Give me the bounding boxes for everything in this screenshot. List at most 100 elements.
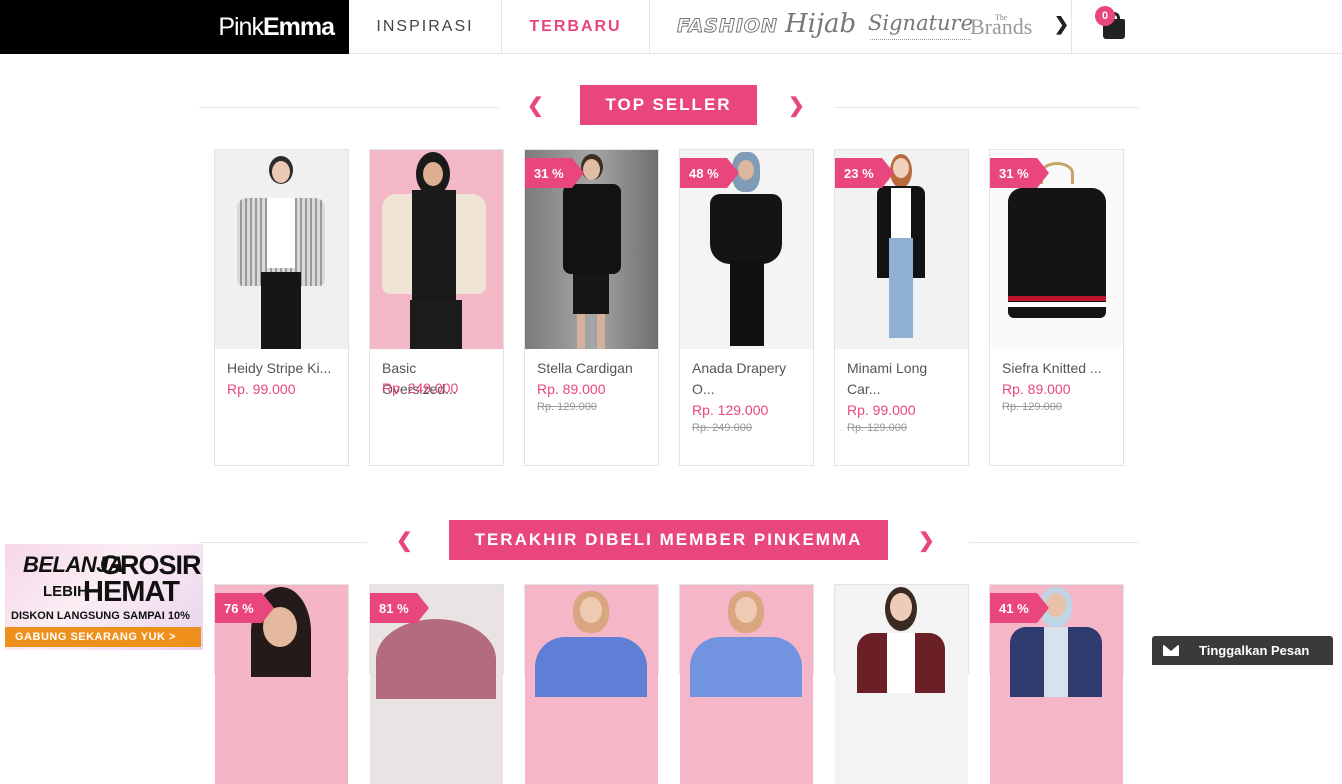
brand-the-brands[interactable]: Brands: [970, 14, 1032, 40]
black-skirt: [730, 260, 764, 346]
section-divider-left: [199, 107, 499, 108]
brand-fashion[interactable]: FASHION: [677, 15, 778, 38]
product-image[interactable]: 23 %: [835, 150, 968, 349]
jeans: [889, 238, 913, 338]
brand-strip: FASHION Hijab Signature The Brands ❯: [650, 0, 1072, 54]
discount-badge: 81 %: [370, 593, 429, 623]
product-old-price: Rp. 129.000: [1002, 401, 1062, 413]
product-card[interactable]: [834, 584, 969, 784]
drapery-top: [710, 194, 782, 264]
model-face: [893, 158, 909, 178]
product-image[interactable]: 81 %: [370, 585, 503, 784]
section-divider-right: [836, 107, 1139, 108]
envelope-icon: [1163, 645, 1179, 656]
discount-badge: 31 %: [990, 158, 1049, 188]
leg: [577, 314, 585, 349]
section-title-top-seller: TOP SELLER: [580, 85, 757, 125]
blue-top: [690, 637, 802, 697]
main-nav: INSPIRASI TERBARU: [349, 0, 650, 54]
discount-badge: 31 %: [525, 158, 584, 188]
logo-box[interactable]: PinkEmma: [0, 0, 349, 54]
leave-message-button[interactable]: Tinggalkan Pesan: [1152, 636, 1333, 665]
product-name[interactable]: Siefra Knitted ...: [1002, 358, 1114, 379]
promo-discount-text: DISKON LANGSUNG SAMPAI 10%: [11, 610, 190, 622]
black-skirt: [573, 274, 609, 314]
product-image[interactable]: [370, 150, 503, 349]
logo[interactable]: PinkEmma: [218, 13, 335, 42]
discount-badge: 41 %: [990, 593, 1049, 623]
logo-pink: Pink: [218, 13, 264, 41]
white-stripe: [1008, 302, 1106, 307]
product-name[interactable]: Anada Drapery O...: [692, 358, 804, 400]
nav-inspirasi[interactable]: INSPIRASI: [349, 0, 502, 54]
product-image[interactable]: 31 %: [525, 150, 658, 349]
cart-count-badge: 0: [1095, 6, 1115, 26]
product-image[interactable]: [680, 585, 813, 784]
chat-label: Tinggalkan Pesan: [1199, 643, 1310, 658]
product-card[interactable]: 76 %: [214, 584, 349, 784]
model-face: [423, 162, 443, 186]
product-card[interactable]: Basic Oversized... Rp. 249.000: [369, 149, 504, 466]
leg: [597, 314, 605, 349]
product-price: Rp. 249.000: [382, 380, 459, 396]
black-skirt: [261, 272, 301, 349]
discount-badge: 23 %: [835, 158, 894, 188]
model-face: [272, 161, 290, 183]
product-old-price: Rp. 129.000: [847, 422, 907, 434]
product-card[interactable]: Heidy Stripe Ki... Rp. 99.000: [214, 149, 349, 466]
product-image[interactable]: 31 %: [990, 150, 1123, 349]
promo-hemat: HEMAT: [83, 576, 180, 608]
product-card[interactable]: 48 % Anada Drapery O... Rp. 129.000 Rp. …: [679, 149, 814, 466]
chevron-left-icon[interactable]: ❮: [527, 96, 544, 116]
red-stripe: [1008, 296, 1106, 301]
product-name[interactable]: Minami Long Car...: [847, 358, 959, 400]
model-face: [890, 593, 912, 621]
product-image[interactable]: [215, 150, 348, 349]
product-image[interactable]: [525, 585, 658, 784]
section-title-last-bought: TERAKHIR DIBELI MEMBER PINKEMMA: [449, 520, 888, 560]
product-card[interactable]: [679, 584, 814, 784]
product-image[interactable]: [835, 585, 968, 784]
brand-hijab[interactable]: Hijab: [785, 9, 856, 39]
product-name[interactable]: Heidy Stripe Ki...: [227, 358, 339, 379]
black-cardigan: [563, 184, 621, 274]
model-face: [580, 597, 602, 623]
product-price: Rp. 99.000: [847, 402, 916, 418]
model-face: [735, 597, 757, 623]
promo-join-button[interactable]: GABUNG SEKARANG YUK >: [5, 627, 201, 647]
chevron-right-icon[interactable]: ❯: [1054, 14, 1069, 35]
product-old-price: Rp. 249.000: [692, 422, 752, 434]
model-face: [583, 159, 600, 180]
discount-badge: 48 %: [680, 158, 739, 188]
product-card[interactable]: 31 % Stella Cardigan Rp. 89.000 Rp. 129.…: [524, 149, 659, 466]
product-price: Rp. 129.000: [692, 402, 769, 418]
product-card[interactable]: 41 %: [989, 584, 1124, 784]
model-face: [1046, 593, 1066, 617]
logo-emma: Emma: [262, 13, 335, 41]
product-price: Rp. 89.000: [537, 381, 606, 397]
chevron-left-icon[interactable]: ❮: [396, 531, 413, 551]
chevron-right-icon[interactable]: ❯: [788, 96, 805, 116]
brand-signature[interactable]: Signature: [868, 11, 973, 40]
product-card[interactable]: 23 % Minami Long Car... Rp. 99.000 Rp. 1…: [834, 149, 969, 466]
product-card[interactable]: 81 %: [369, 584, 504, 784]
white-top: [267, 198, 295, 268]
product-price: Rp. 99.000: [227, 381, 296, 397]
wholesale-promo-banner[interactable]: BELANJA GROSIR LEBIH HEMAT DISKON LANGSU…: [5, 544, 203, 650]
product-image[interactable]: 76 %: [215, 585, 348, 784]
chevron-right-icon[interactable]: ❯: [918, 531, 935, 551]
product-card[interactable]: 31 % Siefra Knitted ... Rp. 89.000 Rp. 1…: [989, 149, 1124, 466]
product-old-price: Rp. 129.000: [537, 401, 597, 413]
black-inner: [412, 190, 456, 300]
product-image[interactable]: 41 %: [990, 585, 1123, 784]
discount-badge: 76 %: [215, 593, 274, 623]
folded-scarf: [376, 619, 496, 699]
nav-terbaru[interactable]: TERBARU: [502, 0, 650, 54]
model-face: [738, 160, 754, 180]
product-image[interactable]: 48 %: [680, 150, 813, 349]
light-inner: [1044, 627, 1068, 697]
cart-button[interactable]: 0: [1095, 6, 1135, 46]
product-card[interactable]: [524, 584, 659, 784]
product-name[interactable]: Stella Cardigan: [537, 358, 649, 379]
product-price: Rp. 89.000: [1002, 381, 1071, 397]
